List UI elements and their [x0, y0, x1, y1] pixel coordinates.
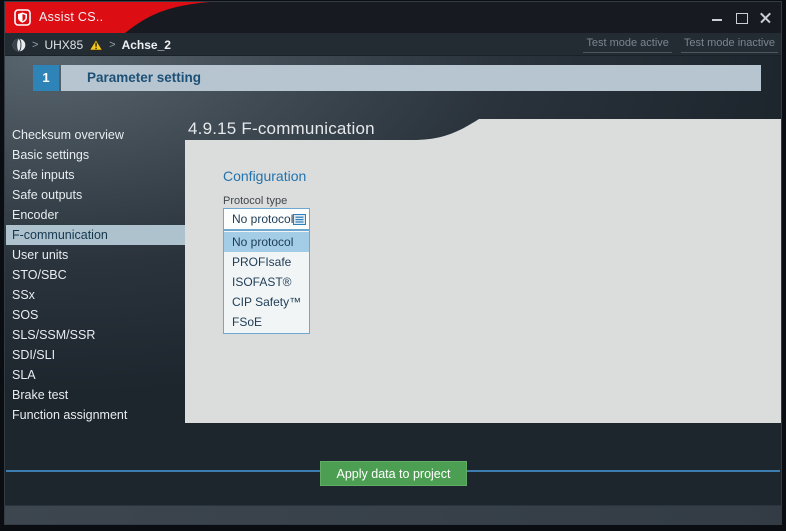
sidebar-item-basic-settings[interactable]: Basic settings — [6, 145, 185, 165]
globe-icon — [12, 38, 26, 52]
test-mode-inactive-button[interactable]: Test mode inactive — [681, 36, 778, 53]
dropdown-option-fsoe[interactable]: FSoE — [224, 312, 309, 332]
sidebar-item-function-assignment[interactable]: Function assignment — [6, 405, 185, 425]
breadcrumb-axis[interactable]: Achse_2 — [122, 38, 171, 52]
configuration-heading: Configuration — [223, 168, 306, 184]
shield-icon — [14, 9, 31, 26]
dropdown-option-cip-safety[interactable]: CIP Safety™ — [224, 292, 309, 312]
breadcrumb-separator: > — [109, 39, 115, 51]
close-icon[interactable] — [759, 11, 772, 24]
test-mode-switcher: Test mode active Test mode inactive — [583, 36, 778, 53]
app-title: Assist CS.. — [39, 2, 103, 33]
sidebar-item-safe-inputs[interactable]: Safe inputs — [6, 165, 185, 185]
warning-triangle-icon — [89, 39, 103, 51]
app-screen: Assist CS.. > UHX85 — [0, 0, 786, 531]
content-panel: 4.9.15 F-communication Configuration Pro… — [185, 119, 781, 423]
breadcrumb: > UHX85 > Achse_2 — [12, 33, 171, 56]
protocol-type-dropdown: No protocol No protocol PROFIs — [223, 208, 310, 334]
test-mode-active-button[interactable]: Test mode active — [583, 36, 672, 53]
title-bar: Assist CS.. — [5, 2, 781, 33]
sidebar-item-checksum-overview[interactable]: Checksum overview — [6, 125, 185, 145]
dropdown-option-no-protocol[interactable]: No protocol — [224, 232, 309, 252]
app-window: Assist CS.. > UHX85 — [5, 2, 781, 524]
protocol-type-option-list: No protocol PROFIsafe ISOFAST® CIP Safet… — [223, 230, 310, 334]
sidebar-item-encoder[interactable]: Encoder — [6, 205, 185, 225]
sidebar-item-user-units[interactable]: User units — [6, 245, 185, 265]
sidebar-item-sla[interactable]: SLA — [6, 365, 185, 385]
sidebar-item-sos[interactable]: SOS — [6, 305, 185, 325]
sidebar-item-f-communication[interactable]: F-communication — [6, 225, 185, 245]
main-region: 1 Parameter setting Checksum overview Ba… — [5, 56, 781, 505]
page-title: 4.9.15 F-communication — [188, 118, 375, 140]
dropdown-selected-value: No protocol — [224, 212, 293, 226]
protocol-type-label: Protocol type — [223, 195, 287, 207]
step-number-badge: 1 — [33, 65, 59, 91]
status-bar — [5, 505, 781, 524]
sidebar-item-ssx[interactable]: SSx — [6, 285, 185, 305]
apply-data-button[interactable]: Apply data to project — [320, 461, 467, 486]
breadcrumb-device[interactable]: UHX85 — [44, 38, 83, 52]
breadcrumb-separator: > — [32, 39, 38, 51]
step-parameter-setting[interactable]: Parameter setting — [61, 65, 761, 91]
protocol-type-dropdown-head[interactable]: No protocol — [223, 208, 310, 230]
dropdown-option-profisafe[interactable]: PROFIsafe — [224, 252, 309, 272]
sidebar-item-sls-ssm-ssr[interactable]: SLS/SSM/SSR — [6, 325, 185, 345]
list-icon — [293, 214, 306, 225]
sidebar-item-sdi-sli[interactable]: SDI/SLI — [6, 345, 185, 365]
breadcrumb-bar: > UHX85 > Achse_2 Test mode active Test … — [5, 33, 781, 56]
red-swoosh-decoration — [5, 2, 220, 33]
maximize-icon[interactable] — [735, 11, 748, 24]
sidebar-nav: Checksum overview Basic settings Safe in… — [6, 125, 185, 425]
sidebar-item-brake-test[interactable]: Brake test — [6, 385, 185, 405]
sidebar-item-sto-sbc[interactable]: STO/SBC — [6, 265, 185, 285]
minimize-icon[interactable] — [711, 11, 724, 24]
step-label: Parameter setting — [61, 65, 761, 91]
window-controls — [711, 2, 772, 33]
sidebar-item-safe-outputs[interactable]: Safe outputs — [6, 185, 185, 205]
dropdown-option-isofast[interactable]: ISOFAST® — [224, 272, 309, 292]
